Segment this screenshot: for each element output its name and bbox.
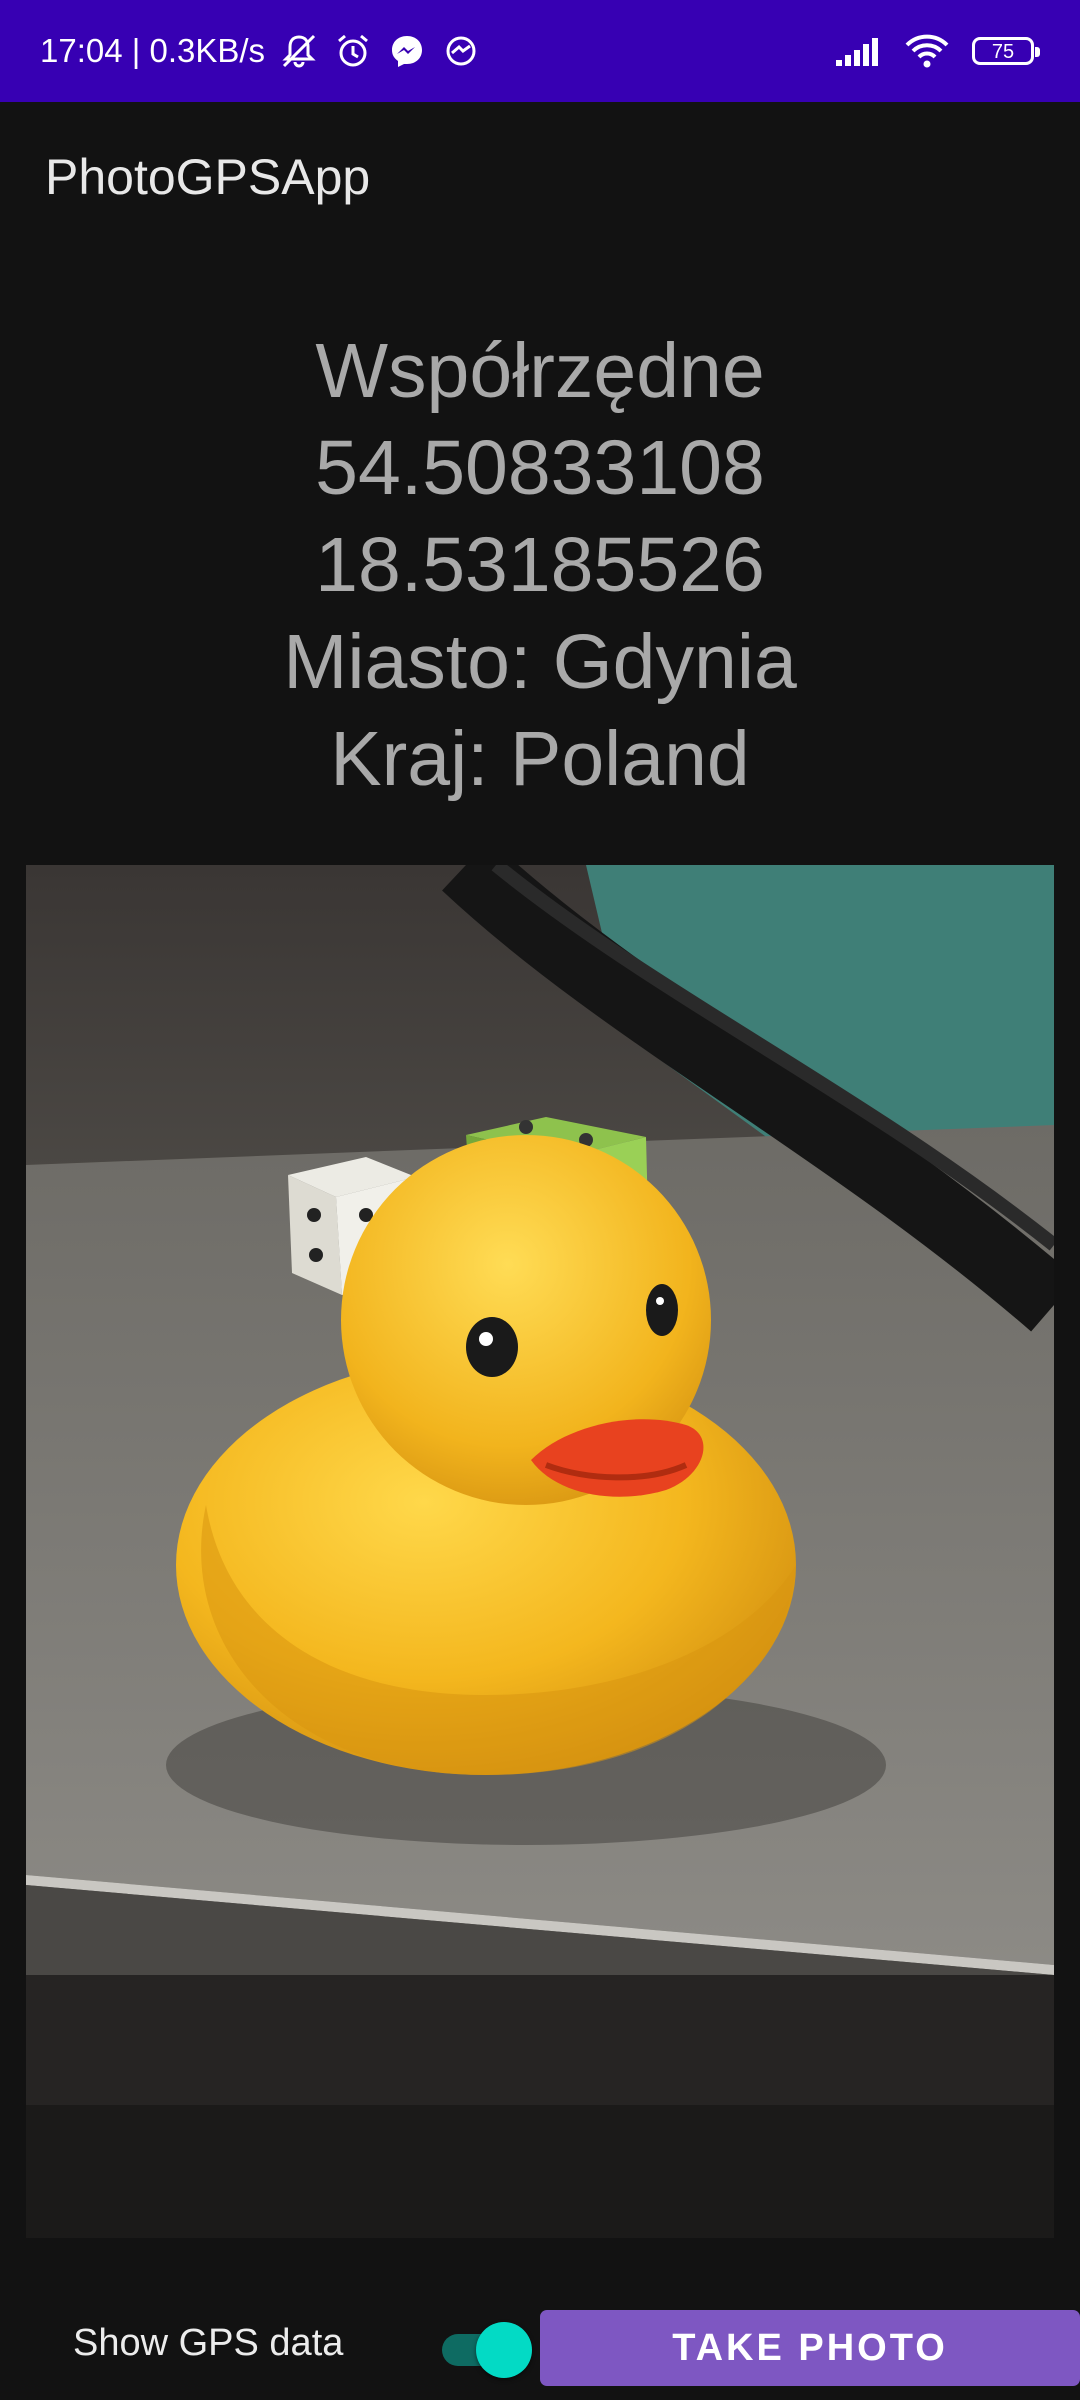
messenger-icon xyxy=(392,36,423,67)
status-time-speed: 17:04 | 0.3KB/s xyxy=(40,32,266,69)
messenger-alt-icon xyxy=(446,36,476,66)
latitude-value: 54.50833108 xyxy=(315,425,765,511)
battery-level: 75 xyxy=(991,41,1015,63)
coordinates-heading: Współrzędne xyxy=(315,328,765,414)
take-photo-button[interactable]: TAKE PHOTO xyxy=(540,2310,1080,2386)
signal-icon xyxy=(836,38,878,66)
status-right: 75 xyxy=(836,0,1040,102)
status-left: 17:04 | 0.3KB/s xyxy=(40,0,481,102)
mute-bell-icon xyxy=(282,34,316,68)
battery-icon: 75 xyxy=(972,37,1040,65)
gps-toggle-switch[interactable] xyxy=(442,2320,532,2378)
country-value: Kraj: Poland xyxy=(330,716,750,802)
captured-photo xyxy=(26,865,1054,2238)
app-title: PhotoGPSApp xyxy=(45,149,371,205)
wifi-icon xyxy=(905,34,949,68)
show-gps-label: Show GPS data xyxy=(73,2322,344,2364)
city-value: Miasto: Gdynia xyxy=(283,619,797,705)
alarm-icon xyxy=(338,34,369,67)
switch-thumb xyxy=(476,2322,532,2378)
longitude-value: 18.53185526 xyxy=(315,522,765,608)
photo-duck-illustration xyxy=(26,865,1054,2238)
status-bar: 17:04 | 0.3KB/s 75 xyxy=(0,0,1080,102)
gps-info: Współrzędne 54.50833108 18.53185526 Mias… xyxy=(0,323,1080,808)
